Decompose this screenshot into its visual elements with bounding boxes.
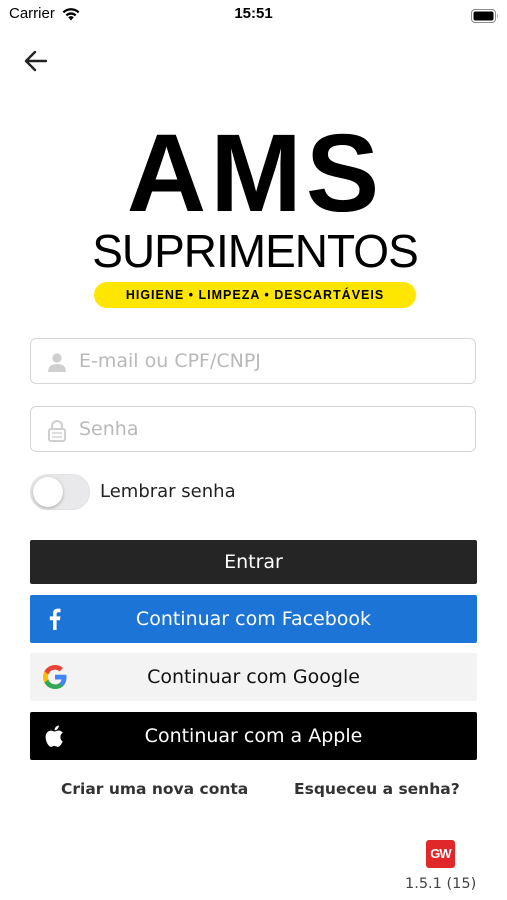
logo-tagline: HIGIENE • LIMPEZA • DESCARTÁVEIS: [94, 282, 416, 308]
email-input[interactable]: [79, 339, 459, 383]
google-icon: [40, 662, 70, 692]
user-icon: [46, 351, 68, 377]
forgot-password-link[interactable]: Esqueceu a senha?: [294, 780, 460, 798]
logo-line-ams: AMS: [126, 112, 384, 235]
facebook-login-button[interactable]: Continuar com Facebook: [30, 595, 477, 643]
password-input[interactable]: [79, 407, 459, 451]
gw-logo: GW: [426, 840, 455, 868]
lock-icon: [46, 419, 68, 447]
back-arrow-icon[interactable]: [22, 48, 50, 74]
facebook-icon: [40, 604, 70, 634]
apple-login-button[interactable]: Continuar com a Apple: [30, 712, 477, 760]
status-bar: Carrier 15:51: [0, 0, 507, 30]
app-version: 1.5.1 (15): [405, 876, 477, 892]
apple-login-label: Continuar com a Apple: [144, 725, 363, 747]
remember-label: Lembrar senha: [100, 481, 236, 502]
google-login-button[interactable]: Continuar com Google: [30, 653, 477, 701]
password-field[interactable]: [30, 406, 476, 452]
logo-line-suprimentos: SUPRIMENTOS: [92, 225, 419, 277]
remember-toggle[interactable]: [30, 474, 90, 510]
create-account-link[interactable]: Criar uma nova conta: [61, 780, 248, 798]
toggle-knob: [33, 477, 63, 507]
status-time: 15:51: [234, 5, 273, 22]
google-login-label: Continuar com Google: [147, 666, 360, 688]
enter-button[interactable]: Entrar: [30, 540, 477, 584]
brand-logo: AMS SUPRIMENTOS HIGIENE • LIMPEZA • DESC…: [82, 112, 428, 312]
facebook-login-label: Continuar com Facebook: [135, 608, 372, 630]
email-field[interactable]: [30, 338, 476, 384]
apple-icon: [40, 721, 70, 751]
battery-icon: [471, 8, 499, 27]
remember-row: Lembrar senha: [30, 472, 330, 512]
